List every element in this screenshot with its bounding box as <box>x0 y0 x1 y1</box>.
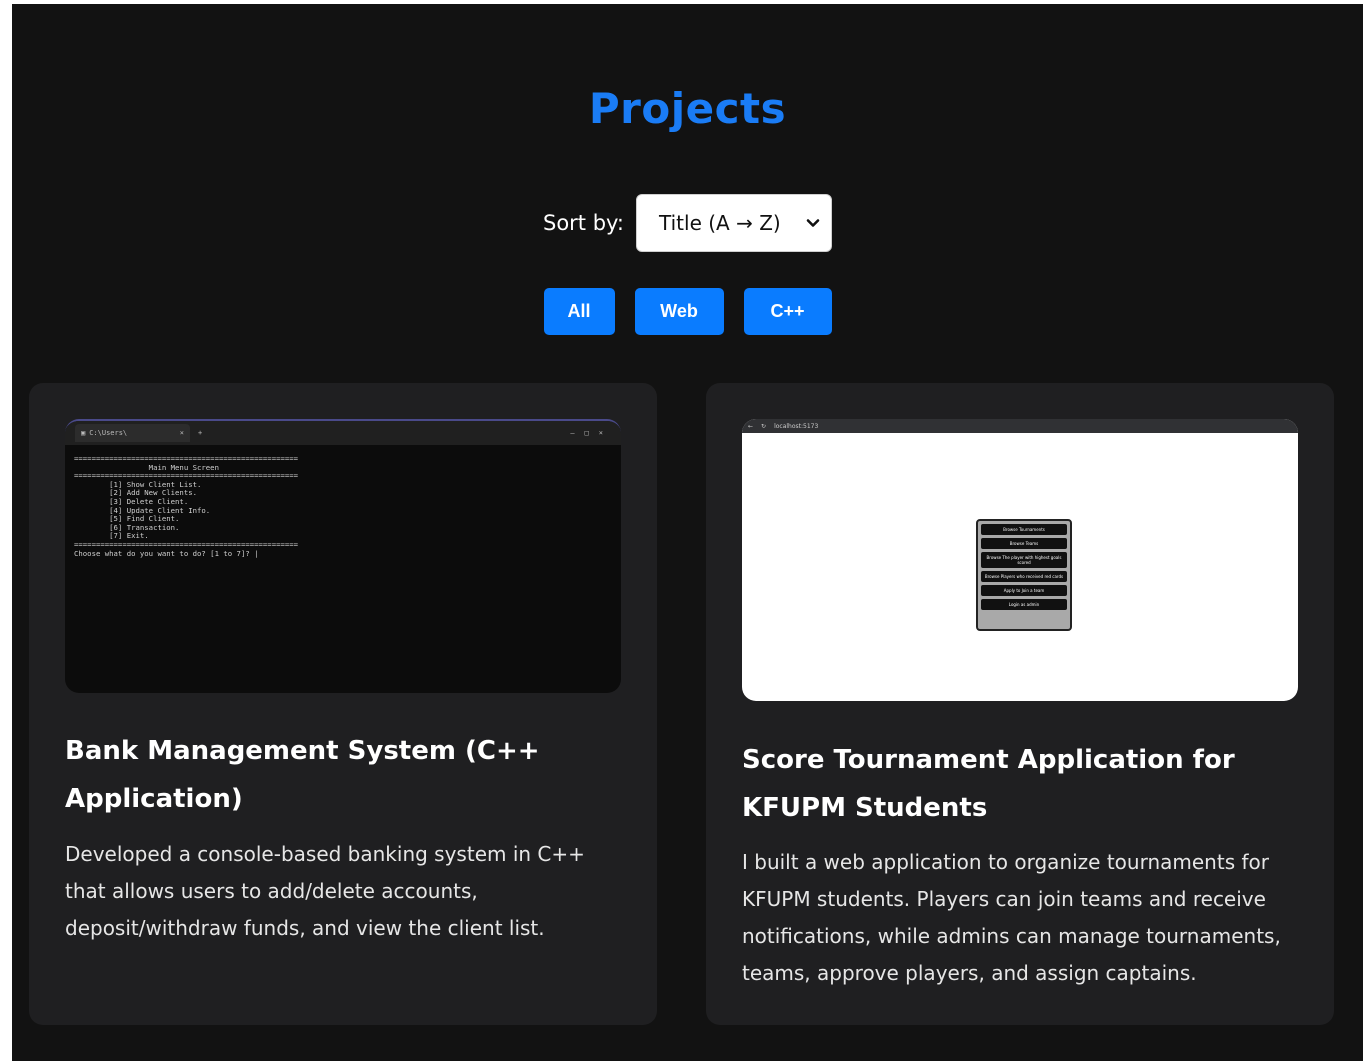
terminal-line: Choose what do you want to do? [1 to 7]?… <box>74 548 259 558</box>
filter-all-button[interactable]: All <box>543 288 615 335</box>
filter-bar: All Web C++ <box>12 288 1363 335</box>
terminal-titlebar: ▣ C:\Users\ × + –□× <box>65 421 621 445</box>
terminal-tab-label: C:\Users\ <box>89 429 128 437</box>
webapp-menu-item: Apply to Join a team <box>981 585 1067 596</box>
sort-select[interactable]: Title (A → Z) <box>636 194 833 252</box>
terminal-icon: ▣ <box>81 429 86 437</box>
terminal-output: ========================================… <box>65 445 621 568</box>
sort-controls: Sort by: Title (A → Z) <box>12 194 1363 252</box>
sort-selected-value: Title (A → Z) <box>659 211 781 235</box>
sort-label: Sort by: <box>542 211 625 235</box>
webapp-menu-item: Browse Tournaments <box>981 524 1067 535</box>
chevron-down-icon <box>805 215 821 231</box>
projects-page: Projects Sort by: Title (A → Z) All Web … <box>12 4 1363 1061</box>
filter-cpp-button[interactable]: C++ <box>743 288 832 335</box>
browser-toolbar: ← ↻ localhost:5173 <box>742 419 1298 433</box>
project-screenshot-webapp: ← ↻ localhost:5173 Browse Tournaments Br… <box>742 419 1298 701</box>
webapp-menu-item: Browse The player with highest goals sco… <box>981 552 1067 568</box>
reload-icon: ↻ <box>761 422 767 430</box>
webapp-menu-item: Login as admin <box>981 599 1067 610</box>
page-title: Projects <box>588 84 787 133</box>
project-screenshot-terminal: ▣ C:\Users\ × + –□× ====================… <box>65 419 621 693</box>
window-controls-icon: –□× <box>570 429 613 437</box>
close-icon: × <box>179 429 184 437</box>
project-title: Bank Management System (C++ Application) <box>65 736 540 814</box>
plus-icon: + <box>198 429 203 437</box>
webapp-menu: Browse Tournaments Browse Teams Browse T… <box>976 519 1072 631</box>
webapp-menu-item: Browse Players who received red cards <box>981 571 1067 582</box>
project-description: Developed a console-based banking system… <box>65 842 585 940</box>
project-description: I built a web application to organize to… <box>742 850 1281 985</box>
back-icon: ← <box>748 422 754 430</box>
filter-web-button[interactable]: Web <box>634 288 724 335</box>
project-title: Score Tournament Application for KFUPM S… <box>742 745 1235 823</box>
project-card-bank[interactable]: ▣ C:\Users\ × + –□× ====================… <box>29 383 657 1025</box>
terminal-line: [6] Transaction. <box>74 522 180 532</box>
browser-address: localhost:5173 <box>774 422 819 430</box>
terminal-tab: ▣ C:\Users\ × <box>75 424 190 442</box>
webapp-menu-item: Browse Teams <box>981 538 1067 549</box>
project-card-tournament[interactable]: ← ↻ localhost:5173 Browse Tournaments Br… <box>706 383 1334 1025</box>
